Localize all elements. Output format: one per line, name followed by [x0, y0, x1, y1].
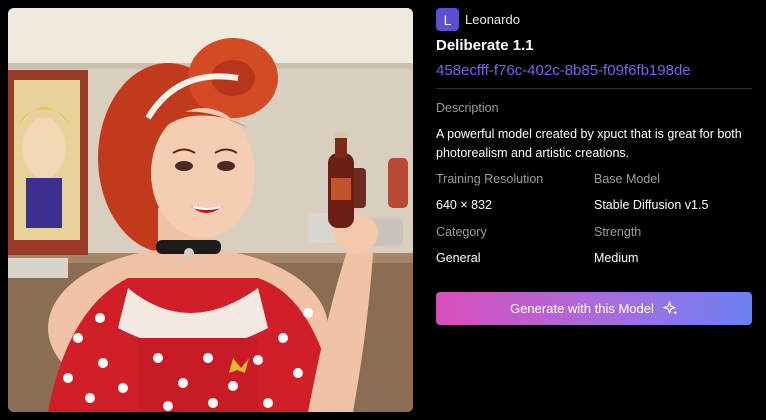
- model-id-link[interactable]: 458ecfff-f76c-402c-8b85-f09f6fb198de: [436, 62, 691, 79]
- brand-name: Leonardo: [465, 12, 520, 27]
- category-value: General: [436, 251, 481, 265]
- base-model-label: Base Model: [594, 172, 661, 186]
- strength-value: Medium: [594, 251, 639, 265]
- strength-label: Strength: [594, 225, 642, 239]
- generate-with-model-button[interactable]: Generate with this Model: [436, 292, 752, 325]
- description-text: A powerful model created by xpuct that i…: [436, 127, 742, 160]
- model-name: Deliberate 1.1: [436, 37, 534, 54]
- base-model-value: Stable Diffusion v1.5: [594, 198, 709, 212]
- brand-logo-icon: L: [436, 8, 459, 31]
- model-preview-image: [8, 8, 413, 412]
- divider: [436, 88, 752, 89]
- training-resolution-label: Training Resolution: [436, 172, 544, 186]
- sparkle-icon: [663, 301, 678, 316]
- category-label: Category: [436, 225, 487, 239]
- training-resolution-value: 640 × 832: [436, 198, 492, 212]
- description-label: Description: [436, 101, 499, 115]
- generate-button-label: Generate with this Model: [510, 301, 654, 316]
- brand[interactable]: L Leonardo: [436, 8, 520, 31]
